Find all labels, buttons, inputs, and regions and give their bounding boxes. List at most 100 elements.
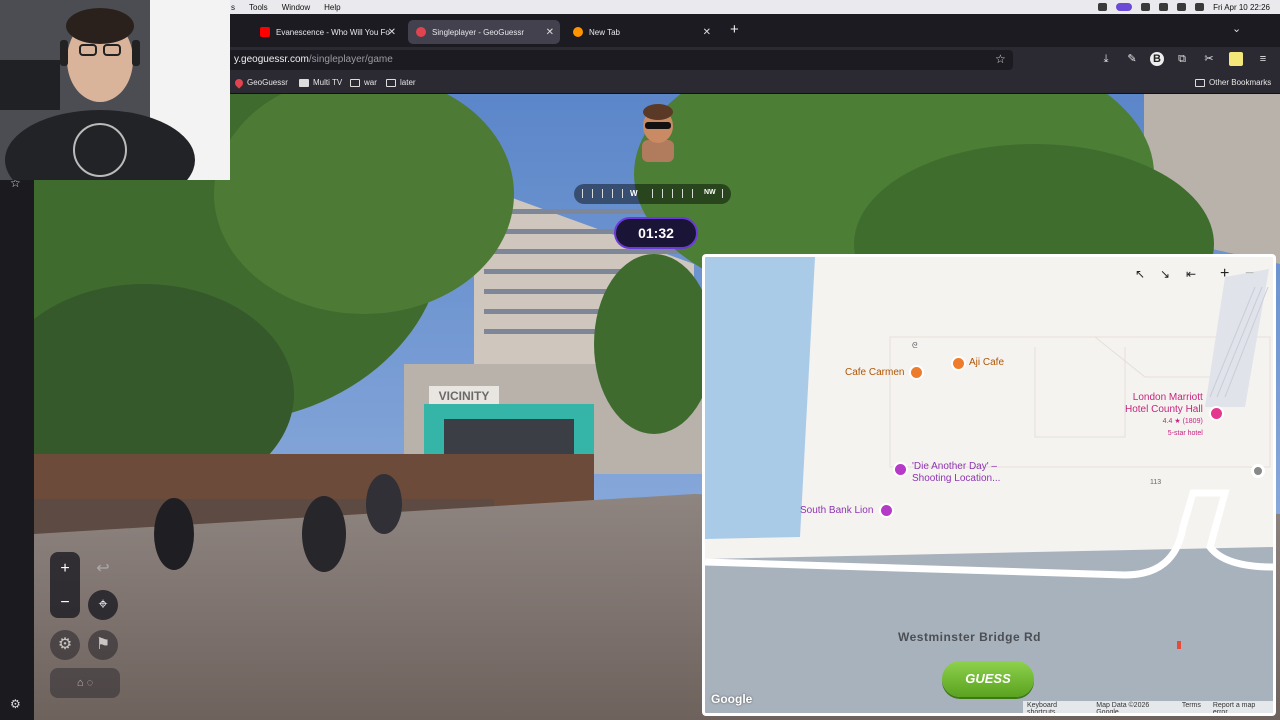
status-icon-active[interactable] <box>1116 3 1133 11</box>
bookmark-multi-tv[interactable]: Multi TV <box>299 78 342 87</box>
flag-icon[interactable]: ⚑ <box>88 630 118 660</box>
tab-youtube[interactable]: Evanescence - Who Will You Fo ✕ <box>252 20 402 44</box>
terms-link[interactable]: Terms <box>1182 702 1201 713</box>
street-number: 113 <box>1150 479 1162 486</box>
die-another-day-label[interactable]: 'Die Another Day' – Shooting Location... <box>912 461 1000 485</box>
gear-icon[interactable]: ⚙ <box>10 697 21 711</box>
hotel-name-line2: Hotel County Hall <box>1125 404 1203 415</box>
wrench-icon[interactable]: ✎ <box>1125 52 1139 66</box>
tab-label: Singleplayer - GeoGuessr <box>432 27 525 37</box>
location-dot-icon[interactable] <box>1251 464 1265 478</box>
pin-map-icon[interactable]: ⇤ <box>1186 267 1196 281</box>
hotel-icon[interactable] <box>1209 406 1224 421</box>
map-data-text: Map Data ©2026 Google <box>1096 702 1150 716</box>
url-domain: y.geoguessr.com <box>234 54 309 65</box>
hotel-name-line1: London Marriott <box>1132 392 1203 403</box>
guess-button[interactable]: GUESS <box>942 661 1034 697</box>
close-tab-icon[interactable]: ✕ <box>703 27 711 38</box>
tab-new-tab[interactable]: New Tab ✕ <box>565 20 717 44</box>
menu-item-tools[interactable]: Tools <box>249 3 268 12</box>
wifi-icon[interactable] <box>1177 3 1187 11</box>
url-bar[interactable]: y.geoguessr.com/singleplayer/game <box>228 50 1013 70</box>
zoom-in-button[interactable]: + <box>50 554 80 584</box>
bookmark-label: Other Bookmarks <box>1209 78 1272 87</box>
extension-b-icon[interactable]: B <box>1150 52 1164 66</box>
new-tab-button[interactable]: + <box>730 21 739 38</box>
google-logo: Google <box>711 692 753 706</box>
compass-northwest: NW <box>704 189 716 196</box>
menu-icon[interactable]: ≡ <box>1256 52 1270 66</box>
other-bookmarks[interactable]: Other Bookmarks <box>1195 78 1271 87</box>
folder-icon <box>350 78 360 87</box>
extension-icon[interactable]: ✂ <box>1202 52 1216 66</box>
die-label-line2: Shooting Location... <box>912 473 1001 484</box>
status-icon-1[interactable] <box>1098 3 1108 11</box>
bookmark-label: Multi TV <box>313 78 343 87</box>
compass-west: W <box>630 189 638 198</box>
search-icon[interactable] <box>1195 3 1205 11</box>
download-icon[interactable]: ⤓ <box>1099 52 1113 66</box>
webcam-overlay <box>0 0 230 180</box>
round-timer: 01:32 <box>638 225 674 241</box>
tab-label: Evanescence - Who Will You Fo <box>276 27 390 37</box>
pin-icon <box>233 76 245 89</box>
undo-move-icon[interactable]: ↩ <box>88 554 118 584</box>
bookmark-geoguessr[interactable]: GeoGuessr <box>233 76 288 89</box>
hotel-rating: 4.4 ★ (1809) <box>1162 418 1203 425</box>
cafe-carmen-label[interactable]: Cafe Carmen <box>845 367 904 378</box>
arrow-up-left-icon[interactable]: ↖ <box>1135 267 1145 281</box>
compass-bar: W NW <box>574 184 731 204</box>
report-error-link[interactable]: Report a map error <box>1213 702 1269 713</box>
puzzle-icon[interactable]: ⧉ <box>1175 52 1189 66</box>
map-zoom-out-button[interactable]: − <box>1245 265 1254 283</box>
cafe-icon[interactable] <box>909 365 924 380</box>
road-label: Westminster Bridge Rd <box>898 630 1041 644</box>
menu-item-window[interactable]: Window <box>282 3 310 12</box>
keyboard-shortcuts-link[interactable]: Keyboard shortcuts <box>1027 702 1084 713</box>
menu-item-help[interactable]: Help <box>324 3 340 12</box>
arrow-down-right-icon[interactable]: ↘ <box>1160 267 1170 281</box>
folder-icon <box>1195 78 1205 87</box>
settings-icon[interactable]: ⚙ <box>50 630 80 660</box>
close-tab-icon[interactable]: ✕ <box>388 27 396 38</box>
youtube-icon <box>260 27 270 37</box>
camera-icon[interactable] <box>893 462 908 477</box>
folder-icon <box>386 78 396 87</box>
tab-geoguessr[interactable]: Singleplayer - GeoGuessr ✕ <box>408 20 560 44</box>
south-bank-lion-label[interactable]: South Bank Lion <box>800 505 873 516</box>
bookmark-later[interactable]: later <box>386 78 416 87</box>
aji-cafe-label[interactable]: Aji Cafe <box>969 357 1004 368</box>
map-attribution: Keyboard shortcuts Map Data ©2026 Google… <box>1023 701 1273 716</box>
menu-clock[interactable]: Fri Apr 10 22:26 <box>1213 3 1270 12</box>
tab-label: New Tab <box>589 27 620 37</box>
geoguessr-icon <box>416 27 426 37</box>
tv-icon <box>299 78 309 87</box>
left-sidebar: ☆ ⚙ <box>0 94 34 720</box>
die-label-line1: 'Die Another Day' – <box>912 461 997 472</box>
bookmark-label: GeoGuessr <box>247 78 288 87</box>
bookmark-label: later <box>400 78 416 87</box>
firefox-icon <box>573 27 583 37</box>
return-to-start-icon[interactable]: ⌖ <box>88 590 118 620</box>
status-icon-2[interactable] <box>1141 3 1151 11</box>
url-path: /singleplayer/game <box>308 54 393 65</box>
close-tab-icon[interactable]: ✕ <box>546 27 554 38</box>
building-sign: VICINITY <box>439 389 490 403</box>
chat-icon[interactable]: ⌂ ◌ <box>50 668 120 698</box>
hotel-label[interactable]: London Marriott Hotel County Hall 4.4 ★ … <box>1125 392 1203 440</box>
hotel-type: 5-star hotel <box>1167 430 1203 437</box>
zoom-out-button[interactable]: − <box>50 588 80 618</box>
cafe-icon[interactable] <box>951 356 966 371</box>
pegman-icon[interactable] <box>1177 641 1181 649</box>
guess-map[interactable]: ↖ ↘ ⇤ + − ᘓ Cafe Carmen Aji Cafe London … <box>702 254 1276 716</box>
map-zoom-in-button[interactable]: + <box>1220 265 1229 283</box>
bookmark-star-icon[interactable]: ☆ <box>995 52 1006 66</box>
menu-item-app[interactable]: s <box>231 3 235 12</box>
bookmark-label: war <box>364 78 377 87</box>
volume-icon[interactable] <box>1159 3 1169 11</box>
bookmark-war[interactable]: war <box>350 78 377 87</box>
chevron-down-icon[interactable]: ⌄ <box>1232 22 1241 35</box>
notes-icon[interactable] <box>1229 52 1243 66</box>
poi-small-icon: ᘓ <box>912 341 918 350</box>
statue-icon[interactable] <box>879 503 894 518</box>
